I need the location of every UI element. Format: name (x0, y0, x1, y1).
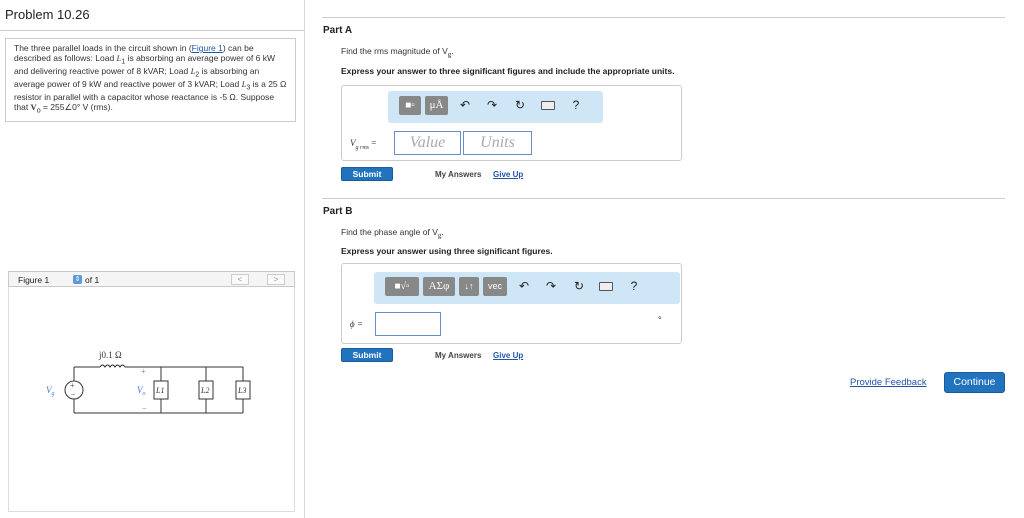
part-a-submit-button[interactable]: Submit (341, 167, 393, 181)
reset-icon[interactable]: ↻ (513, 97, 527, 113)
figure-label: Figure 1 (18, 275, 50, 285)
impedance-label: j0.1 Ω (98, 350, 122, 360)
mu-units-button[interactable]: μÅ (425, 96, 448, 115)
figure-count: of 1 (85, 275, 100, 285)
provide-feedback-link[interactable]: Provide Feedback (850, 377, 927, 388)
part-a-give-up-link[interactable]: Give Up (493, 170, 523, 179)
part-b-instruction: Express your answer using three signific… (341, 246, 553, 256)
figure-navigation: Figure 1 ⇕ of 1 < > (8, 271, 295, 287)
parts-panel: Part A Find the rms magnitude of Vg. Exp… (306, 0, 1024, 518)
phase-label: ϕ = (350, 319, 363, 329)
problem-statement: The three parallel loads in the circuit … (5, 38, 296, 122)
load-3-label: L3 (237, 386, 246, 395)
reset-icon[interactable]: ↻ (572, 278, 586, 294)
circuit-diagram: j0.1 Ω + − Vg + Vo − L1 L2 L3 (46, 350, 251, 414)
undo-icon[interactable]: ↶ (517, 278, 531, 294)
previous-figure-button[interactable]: < (231, 274, 249, 285)
part-a-instruction: Express your answer to three significant… (341, 66, 675, 76)
source-plus: + (70, 381, 75, 390)
templates-icon[interactable]: ■▫ (399, 96, 421, 115)
vo-minus: − (142, 404, 147, 413)
undo-icon[interactable]: ↶ (458, 97, 472, 113)
keyboard-icon[interactable] (541, 101, 555, 110)
part-a-answer-box: ■▫ μÅ ↶ ↷ ↻ ? Vg rms = Value Units (341, 85, 682, 161)
part-b-divider (322, 198, 1005, 199)
help-button[interactable]: ? (569, 97, 583, 113)
part-a-question: Find the rms magnitude of Vg. (341, 46, 454, 59)
problem-text: = 255∠0° V (rms). (40, 102, 113, 113)
part-b-my-answers[interactable]: My Answers (435, 351, 481, 360)
part-a-title: Part A (323, 25, 353, 36)
problem-title: Problem 10.26 (5, 7, 90, 22)
source-minus: − (71, 390, 76, 399)
title-divider (0, 30, 305, 31)
part-b-answer-box: ■√▫ ΑΣφ ↓↑ vec ↶ ↷ ↻ ? ϕ = ° (341, 263, 682, 344)
help-button[interactable]: ? (627, 278, 641, 294)
part-a-toolbar: ■▫ μÅ ↶ ↷ ↻ ? (388, 91, 603, 123)
templates-sqrt-icon[interactable]: ■√▫ (385, 277, 419, 296)
part-b-title: Part B (323, 206, 353, 217)
part-b-toolbar: ■√▫ ΑΣφ ↓↑ vec ↶ ↷ ↻ ? (374, 272, 680, 304)
part-b-give-up-link[interactable]: Give Up (493, 351, 523, 360)
part-b-question: Find the phase angle of Vg. (341, 227, 444, 240)
redo-icon[interactable]: ↷ (544, 278, 558, 294)
problem-text: The three parallel loads in the circuit … (14, 43, 192, 53)
vg-rms-label: Vg rms = (350, 138, 377, 151)
part-a-my-answers[interactable]: My Answers (435, 170, 481, 179)
redo-icon[interactable]: ↷ (485, 97, 499, 113)
inductor-icon (99, 364, 126, 368)
part-b-submit-button[interactable]: Submit (341, 348, 393, 362)
circuit-figure: j0.1 Ω + − Vg + Vo − L1 L2 L3 (8, 287, 295, 512)
vector-button[interactable]: vec (483, 277, 507, 296)
load-2-label: L2 (200, 386, 209, 395)
units-input[interactable]: Units (463, 131, 532, 155)
arrows-button[interactable]: ↓↑ (459, 277, 479, 296)
value-input[interactable]: Value (394, 131, 461, 155)
continue-button[interactable]: Continue (944, 372, 1005, 393)
vo-plus: + (141, 367, 146, 376)
phase-input[interactable] (375, 312, 441, 336)
vo-label: Vo (137, 385, 146, 397)
load-1-label: L1 (155, 386, 164, 395)
part-a-divider (322, 17, 1005, 18)
greek-symbols-button[interactable]: ΑΣφ (423, 277, 455, 296)
degree-unit: ° (658, 315, 662, 325)
vg-label: Vg (46, 385, 55, 397)
keyboard-icon[interactable] (599, 282, 613, 291)
problem-panel: Problem 10.26 The three parallel loads i… (0, 0, 305, 518)
figure-link[interactable]: Figure 1 (192, 43, 223, 53)
up-down-arrows-icon[interactable]: ⇕ (73, 275, 82, 284)
next-figure-button[interactable]: > (267, 274, 285, 285)
